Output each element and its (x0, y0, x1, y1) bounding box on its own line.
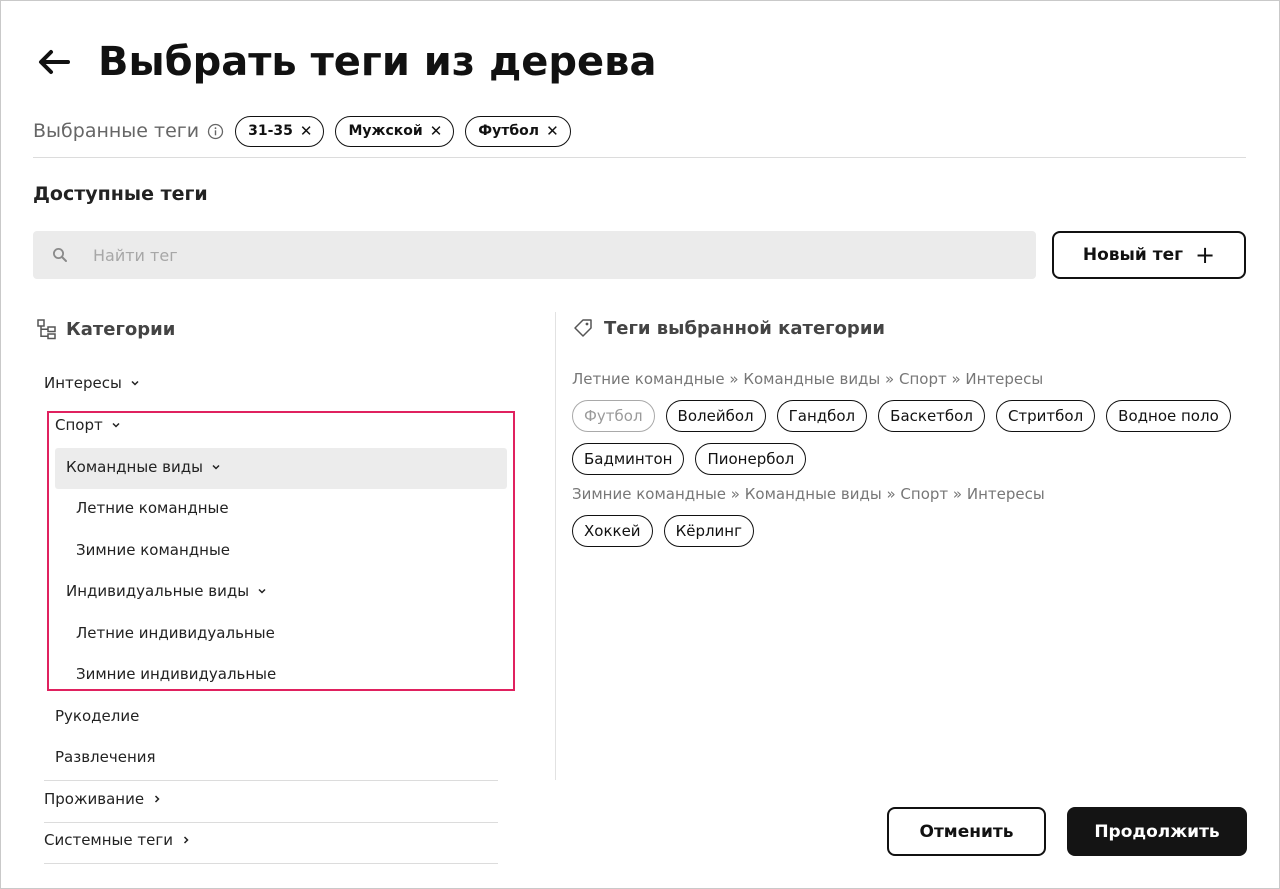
cancel-button[interactable]: Отменить (887, 807, 1046, 856)
tag-icon (572, 317, 594, 339)
category-path: Летние командные » Командные виды » Спор… (572, 370, 1044, 388)
close-icon[interactable]: ✕ (546, 123, 559, 139)
divider (44, 863, 498, 864)
tag-pill[interactable]: Пионербол (695, 443, 807, 475)
tree-item-label: Интересы (44, 374, 122, 392)
tag-pill[interactable]: Бадминтон (572, 443, 685, 475)
tree-item-label: Летние индивидуальные (76, 624, 275, 642)
tree-item-label: Проживание (44, 790, 145, 808)
back-arrow-icon[interactable] (36, 42, 76, 82)
tree-item-entertainment[interactable]: Развлечения (55, 748, 156, 766)
header: Выбрать теги из дерева (36, 38, 656, 86)
categories-header: Категории (33, 312, 503, 346)
info-icon[interactable] (207, 123, 224, 140)
search-icon (51, 246, 69, 264)
selected-tags-label: Выбранные теги (33, 120, 200, 142)
divider (44, 780, 498, 781)
tree-item-label: Рукоделие (55, 707, 140, 725)
divider (44, 822, 498, 823)
category-tags-header: Теги выбранной категории (572, 312, 885, 344)
search-box[interactable] (33, 231, 1036, 279)
search-input[interactable] (93, 245, 993, 265)
tree-item-system-tags[interactable]: Системные теги (44, 831, 191, 849)
tree-item-label: Спорт (55, 416, 103, 434)
tree-item-label: Зимние командные (76, 541, 231, 559)
tree-item-summer-team[interactable]: Летние командные (76, 499, 229, 517)
selected-chip: Мужской ✕ (335, 115, 455, 147)
tag-pill[interactable]: Волейбол (665, 400, 766, 432)
tag-pill[interactable]: Хоккей (572, 515, 653, 547)
category-path: Зимние командные » Командные виды » Спор… (572, 485, 1045, 503)
chip-label: Мужской (348, 123, 423, 139)
selected-chip: 31-35 ✕ (235, 115, 325, 147)
tree-item-living[interactable]: Проживание (44, 790, 162, 808)
chip-label: 31-35 (248, 123, 293, 139)
tag-pill[interactable]: Баскетбол (878, 400, 985, 432)
tag-group: Хоккей Кёрлинг (572, 515, 1262, 558)
tree-item-team-sports[interactable]: Командные виды (66, 458, 221, 476)
chip-label: Футбол (478, 123, 540, 139)
tree-item-label: Системные теги (44, 831, 173, 849)
tree-item-label: Зимние индивидуальные (76, 665, 277, 683)
tree-item-winter-individual[interactable]: Зимние индивидуальные (76, 665, 276, 683)
divider (33, 157, 1246, 158)
chevron-down-icon (211, 462, 221, 472)
chevron-right-icon (181, 835, 191, 845)
tree-item-individual-sports[interactable]: Индивидуальные виды (66, 582, 267, 600)
chevron-right-icon (152, 794, 162, 804)
continue-button[interactable]: Продолжить (1067, 807, 1247, 856)
tree-item-label: Командные виды (66, 458, 203, 476)
tree-item-sport[interactable]: Спорт (55, 416, 121, 434)
available-tags-title: Доступные теги (33, 183, 208, 205)
panel-divider (555, 312, 556, 780)
tree-item-label: Развлечения (55, 748, 156, 766)
tree-item-winter-team[interactable]: Зимние командные (76, 541, 230, 559)
chevron-down-icon (111, 420, 121, 430)
chevron-down-icon (130, 378, 140, 388)
close-icon[interactable]: ✕ (430, 123, 443, 139)
tag-pill[interactable]: Гандбол (776, 400, 868, 432)
plus-icon: + (1195, 241, 1216, 269)
tag-group: Футбол Волейбол Гандбол Баскетбол Стритб… (572, 400, 1262, 486)
tree-item-label: Индивидуальные виды (66, 582, 250, 600)
tree-item-label: Летние командные (76, 499, 229, 517)
tag-pill[interactable]: Кёрлинг (663, 515, 754, 547)
selected-tags-row: Выбранные теги 31-35 ✕ Мужской ✕ Футбол … (33, 114, 571, 148)
new-tag-button[interactable]: Новый тег + (1052, 231, 1246, 279)
categories-title: Категории (66, 318, 176, 340)
tree-icon (36, 318, 58, 340)
category-tags-title: Теги выбранной категории (604, 317, 886, 339)
categories-panel: Категории (33, 312, 503, 346)
chevron-down-icon (257, 586, 267, 596)
new-tag-label: Новый тег (1082, 245, 1184, 265)
close-icon[interactable]: ✕ (300, 123, 313, 139)
page-title: Выбрать теги из дерева (98, 39, 657, 85)
tag-pill[interactable]: Стритбол (995, 400, 1096, 432)
tree-item-interests[interactable]: Интересы (44, 374, 140, 392)
tag-pill[interactable]: Водное поло (1106, 400, 1231, 432)
tag-pill: Футбол (572, 400, 655, 432)
tree-item-handicraft[interactable]: Рукоделие (55, 707, 139, 725)
selected-chip: Футбол ✕ (465, 115, 571, 147)
tree-item-summer-individual[interactable]: Летние индивидуальные (76, 624, 275, 642)
